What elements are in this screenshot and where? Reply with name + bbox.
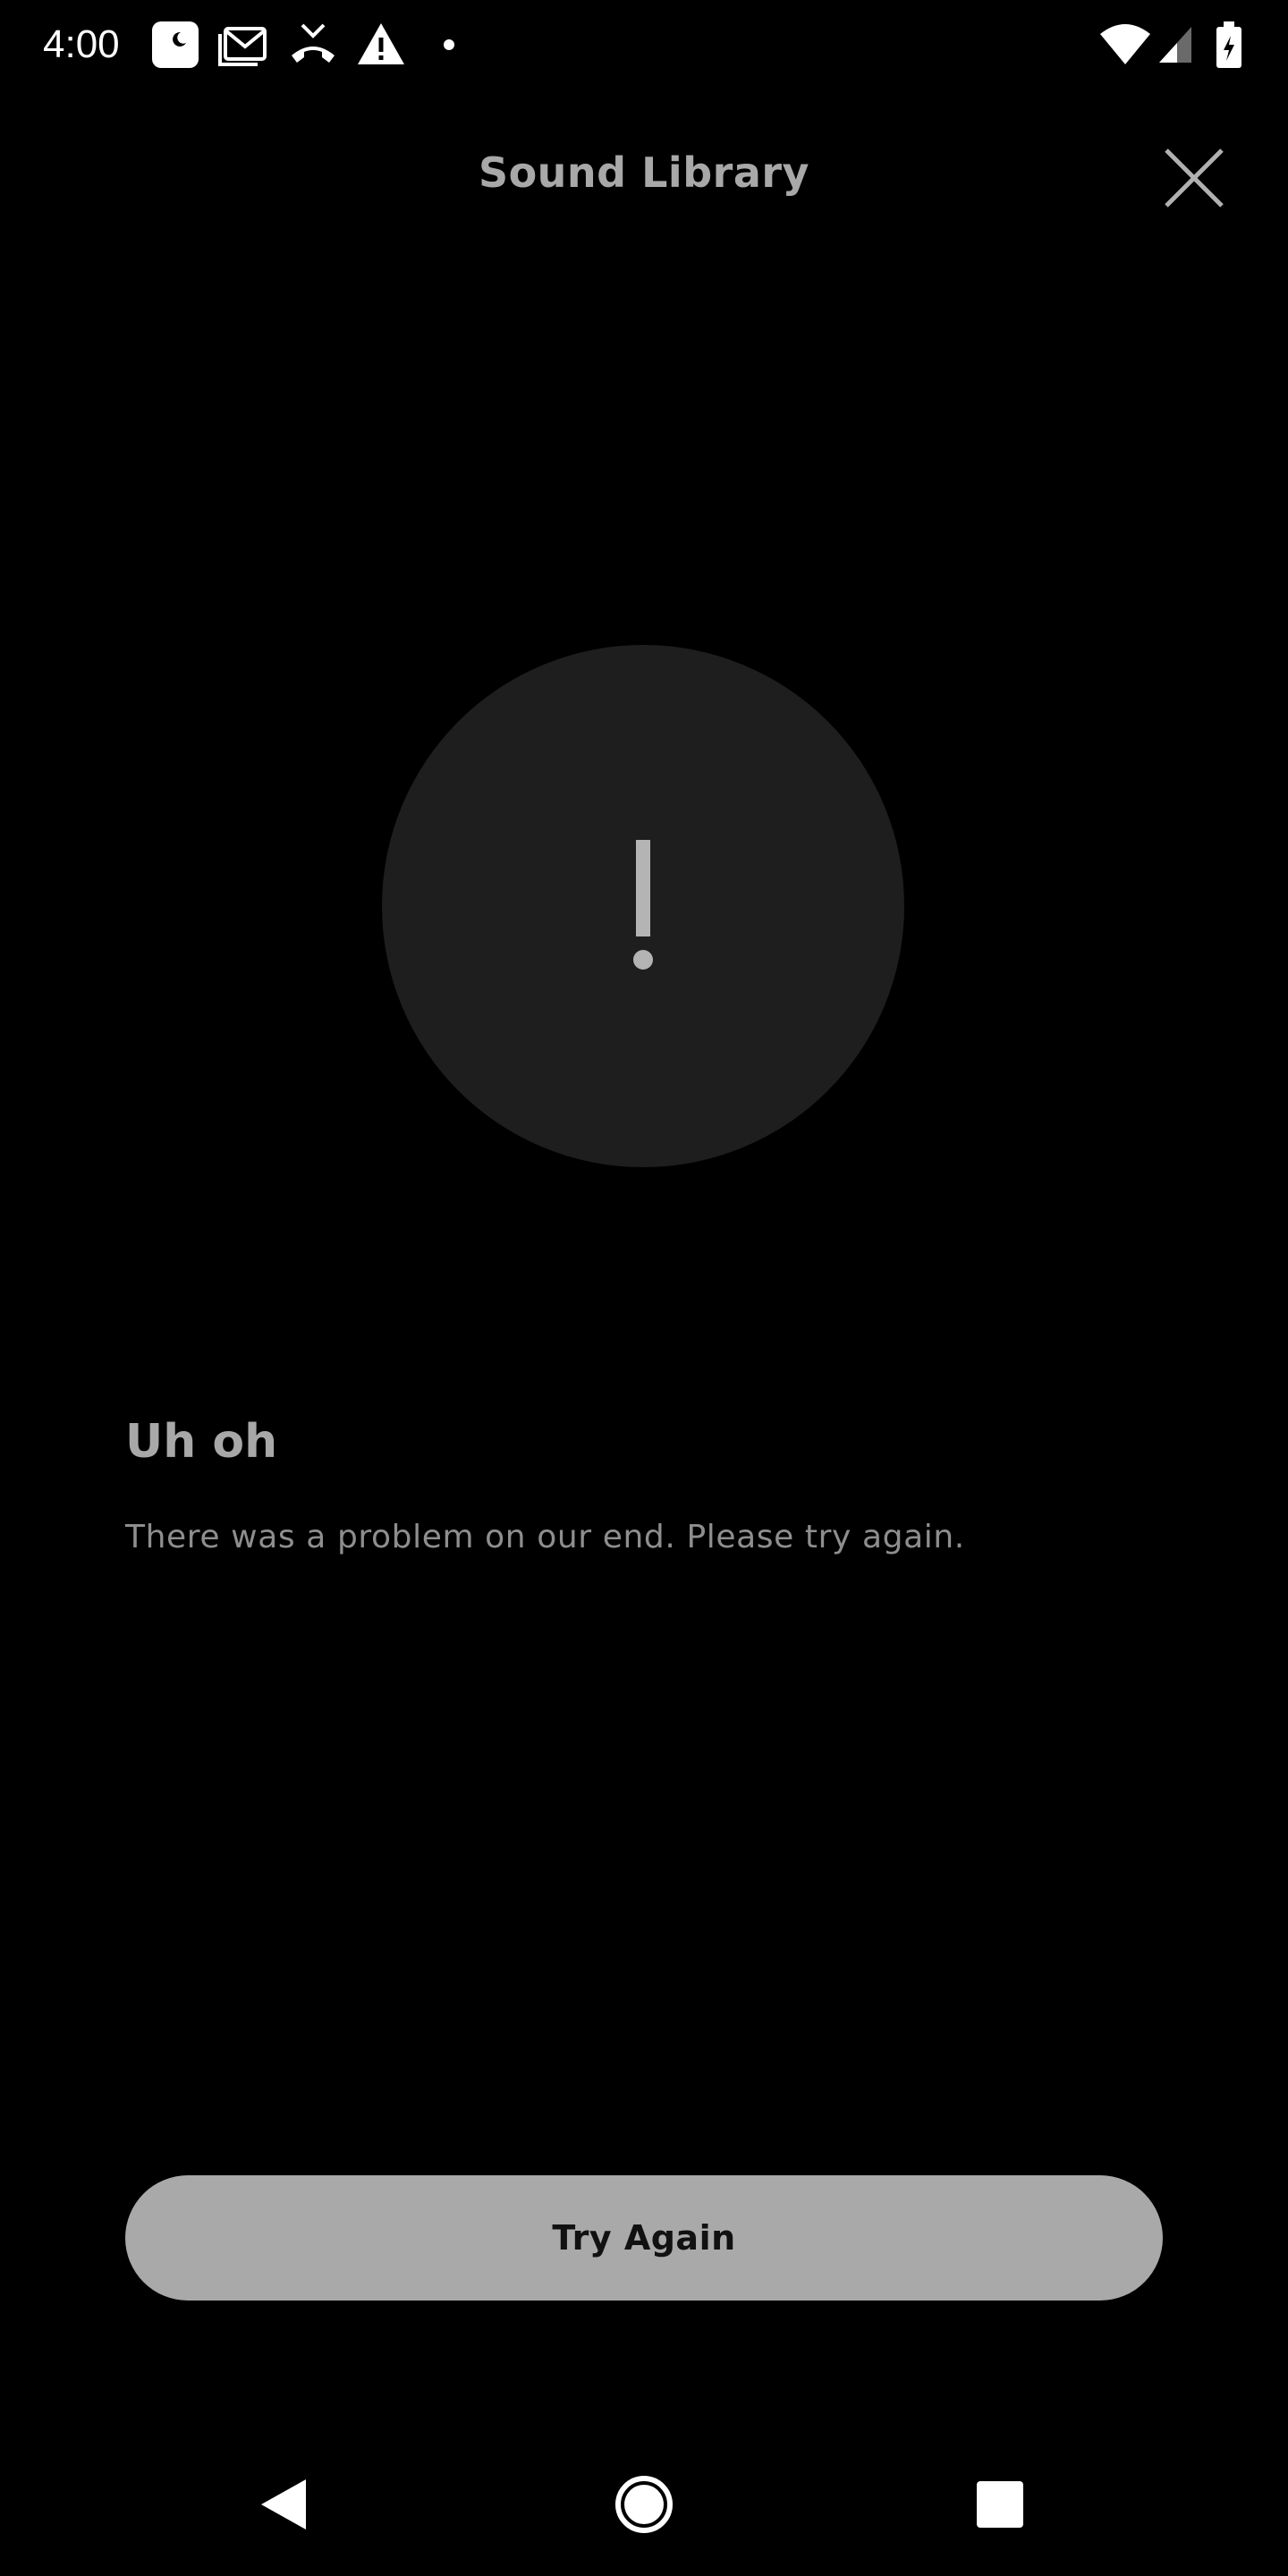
error-title: Uh oh	[125, 1415, 278, 1469]
error-illustration	[382, 645, 904, 1167]
home-button[interactable]	[599, 2460, 689, 2549]
wifi-icon	[1100, 24, 1150, 64]
status-bar: 4:00	[0, 0, 1288, 89]
gmail-icon	[218, 27, 267, 66]
moon-app-icon	[152, 21, 199, 68]
home-icon	[615, 2476, 673, 2533]
back-icon	[261, 2479, 306, 2529]
exclamation-icon	[633, 840, 653, 970]
status-time: 4:00	[43, 22, 120, 66]
close-icon	[1165, 148, 1224, 208]
page-title: Sound Library	[478, 148, 810, 197]
back-button[interactable]	[240, 2460, 329, 2549]
cell-signal-icon	[1159, 27, 1191, 63]
recents-icon	[977, 2481, 1023, 2528]
header: Sound Library	[0, 125, 1288, 233]
missed-call-icon	[292, 23, 335, 63]
warning-icon	[358, 23, 404, 64]
close-button[interactable]	[1154, 138, 1234, 218]
dot-icon	[444, 39, 454, 50]
battery-charging-icon	[1216, 21, 1241, 68]
recents-button[interactable]	[955, 2460, 1045, 2549]
error-message: There was a problem on our end. Please t…	[125, 1519, 965, 1555]
try-again-button[interactable]: Try Again	[125, 2175, 1163, 2301]
navigation-bar	[0, 2433, 1288, 2576]
